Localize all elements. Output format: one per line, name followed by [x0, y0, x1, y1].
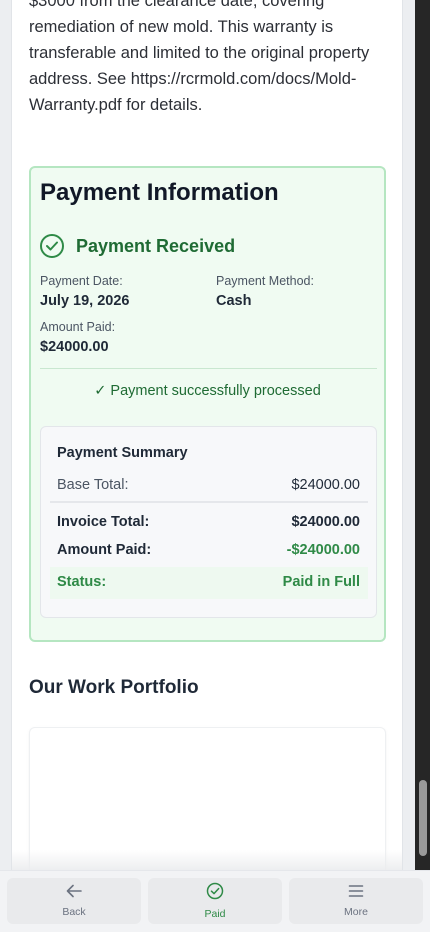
summary-divider — [50, 501, 368, 503]
base-total-label: Base Total: — [57, 477, 129, 493]
bottom-nav: Back Paid More — [0, 870, 430, 932]
base-total-row: Base Total: $24000.00 — [57, 477, 360, 493]
paid-label: Paid — [204, 908, 226, 920]
divider — [40, 368, 377, 369]
warranty-line: transferable and limited to the original… — [29, 44, 370, 62]
back-label: Back — [62, 906, 86, 918]
invoice-total-value: $24000.00 — [291, 514, 360, 530]
payment-info-card: Payment Information Payment Received Pay… — [29, 166, 386, 642]
payment-summary-title: Payment Summary — [57, 445, 188, 461]
payment-date-label: Payment Date: — [40, 274, 123, 288]
warranty-line: address. See https://rcrmold.com/docs/Mo… — [29, 70, 357, 88]
invoice-total-row: Invoice Total: $24000.00 — [57, 514, 360, 530]
check-circle-icon — [206, 882, 224, 905]
amount-paid-label: Amount Paid: — [40, 320, 116, 334]
more-button[interactable]: More — [289, 878, 423, 924]
payment-success-message: ✓ Payment successfully processed — [94, 383, 321, 399]
portfolio-title: Our Work Portfolio — [29, 677, 199, 698]
payment-method-label: Payment Method: — [216, 274, 314, 288]
menu-icon — [348, 884, 364, 903]
amount-paid-value: $24000.00 — [40, 339, 109, 355]
payment-date-value: July 19, 2026 — [40, 293, 130, 309]
summary-amount-paid-value: -$24000.00 — [286, 542, 360, 558]
warranty-line: $3000 from the clearance date, covering — [29, 0, 325, 10]
payment-summary-box: Payment Summary Base Total: $24000.00 In… — [40, 426, 377, 618]
portfolio-gallery[interactable] — [29, 727, 386, 870]
payment-title: Payment Information — [40, 179, 279, 206]
check-circle-icon — [40, 234, 64, 258]
invoice-total-label: Invoice Total: — [57, 514, 150, 530]
warranty-line: Warranty.pdf for details. — [29, 96, 203, 114]
content-fade — [12, 850, 402, 870]
payment-method-value: Cash — [216, 293, 252, 309]
status-label: Status: — [57, 574, 107, 590]
left-gutter — [0, 0, 12, 870]
more-label: More — [344, 906, 368, 918]
arrow-left-icon — [66, 884, 82, 903]
payment-received-heading: Payment Received — [76, 235, 236, 256]
paid-button[interactable]: Paid — [148, 878, 282, 924]
summary-amount-paid-label: Amount Paid: — [57, 542, 152, 558]
summary-amount-paid-row: Amount Paid: -$24000.00 — [57, 542, 360, 558]
main-content[interactable]: $3000 from the clearance date, covering … — [12, 0, 402, 870]
base-total-value: $24000.00 — [291, 477, 360, 493]
warranty-line: remediation of new mold. This warranty i… — [29, 18, 334, 36]
scrollbar-track[interactable] — [415, 0, 430, 870]
status-value: Paid in Full — [282, 574, 360, 590]
warranty-paragraph: $3000 from the clearance date, covering … — [29, 0, 389, 118]
scrollbar-thumb[interactable] — [419, 780, 427, 856]
app-screen: $3000 from the clearance date, covering … — [0, 0, 430, 932]
status-row: Status: Paid in Full — [57, 574, 360, 590]
payment-received-row: Payment Received — [40, 234, 235, 258]
right-gutter — [402, 0, 415, 870]
back-button[interactable]: Back — [7, 878, 141, 924]
